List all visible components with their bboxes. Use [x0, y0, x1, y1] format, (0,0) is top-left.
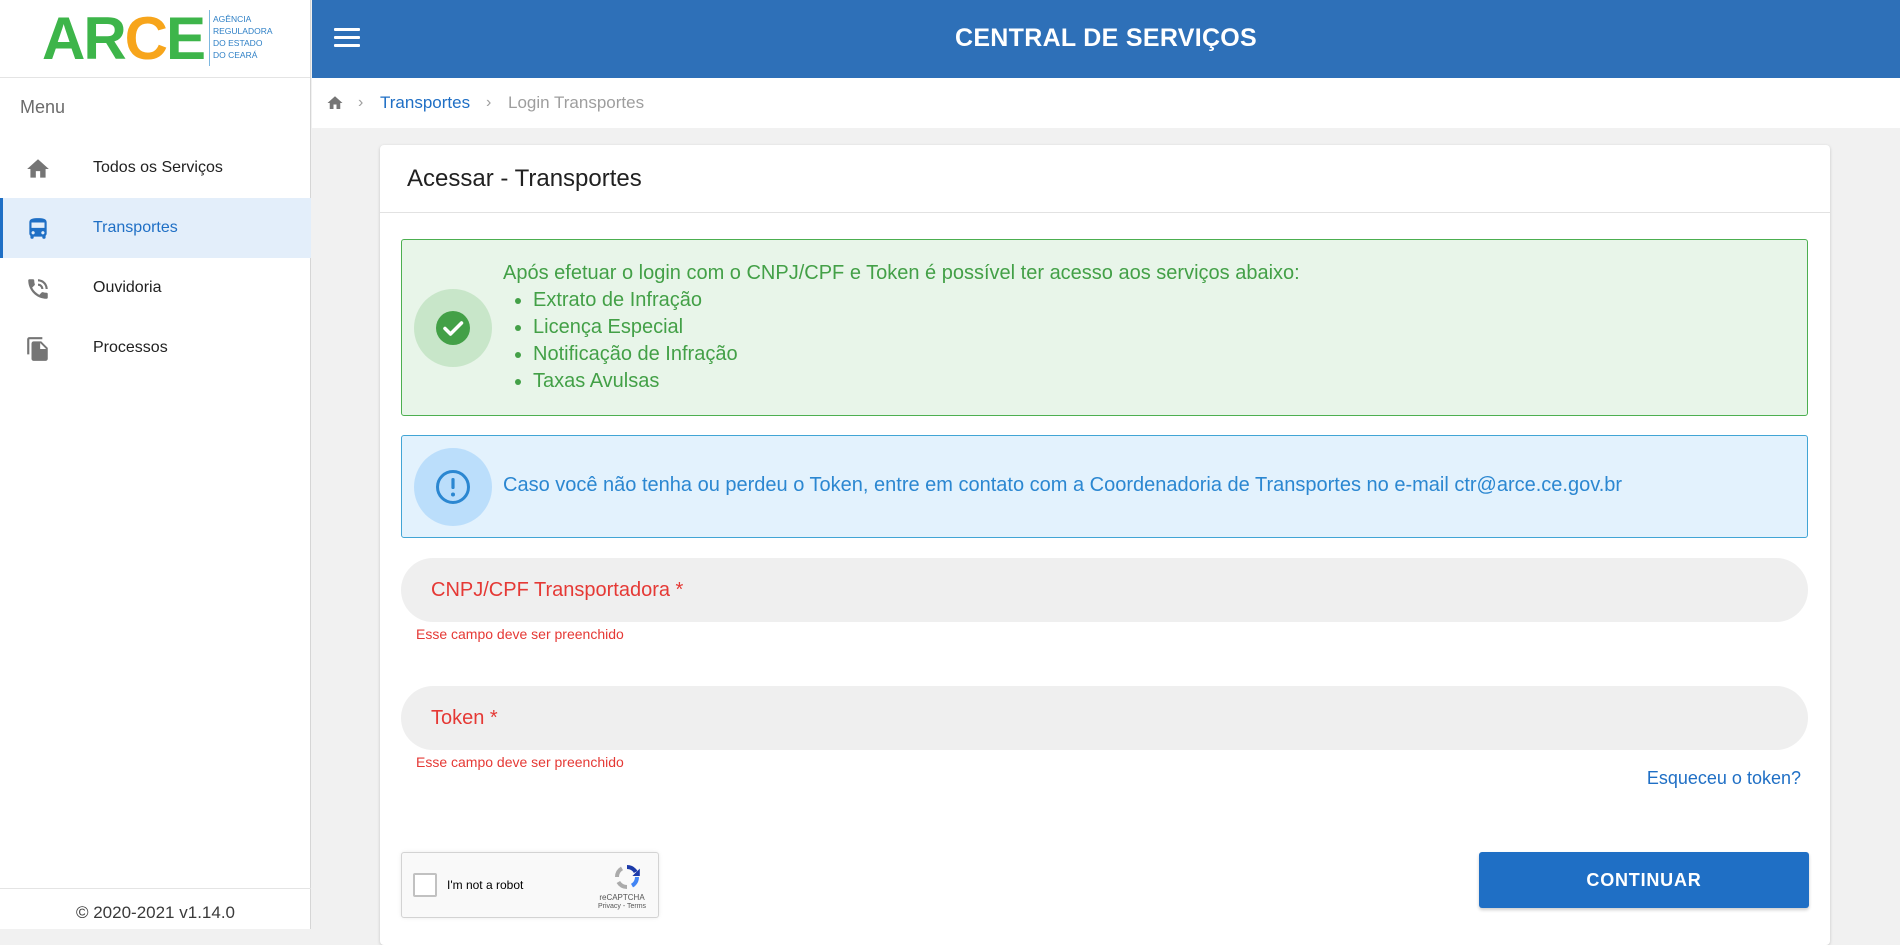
- sidebar-item-label: Transportes: [93, 219, 178, 236]
- home-icon: [27, 159, 49, 178]
- recaptcha-terms-link[interactable]: Privacy - Terms: [592, 903, 652, 910]
- header-bar: CENTRAL DE SERVIÇOS: [312, 0, 1900, 78]
- continue-button[interactable]: CONTINUAR: [1479, 852, 1809, 908]
- recaptcha-widget: I'm not a robot reCAPTCHA Privacy - Term…: [401, 852, 659, 918]
- phone-icon: [28, 279, 48, 299]
- card-divider: [380, 212, 1830, 213]
- sidebar-item-label: Ouvidoria: [93, 279, 162, 296]
- service-list: Extrato de Infração Licença Especial Not…: [503, 287, 1300, 395]
- forgot-token-link[interactable]: Esqueceu o token?: [1647, 768, 1801, 789]
- exclamation-circle-icon: [436, 470, 470, 504]
- menu-label: Menu: [20, 97, 66, 117]
- breadcrumb-link-transportes[interactable]: Transportes: [380, 93, 470, 113]
- breadcrumb-separator: ›: [358, 94, 364, 111]
- cnpj-cpf-error: Esse campo deve ser preenchido: [416, 626, 624, 642]
- sidebar-item-label: Processos: [93, 339, 168, 356]
- recaptcha-brand: reCAPTCHA: [599, 893, 645, 902]
- info-alert: Caso você não tenha ou perdeu o Token, e…: [401, 435, 1808, 538]
- list-item: Licença Especial: [533, 314, 1300, 341]
- sidebar: ARCE AGÊNCIA REGULADORA DO ESTADO DO CEA…: [0, 0, 311, 929]
- recaptcha-label: I'm not a robot: [447, 878, 524, 892]
- sidebar-item-ouvidoria[interactable]: Ouvidoria: [0, 258, 311, 318]
- token-field[interactable]: Token *: [401, 686, 1808, 750]
- success-alert-content: Após efetuar o login com o CNPJ/CPF e To…: [503, 260, 1300, 395]
- logo-subtitle: AGÊNCIA REGULADORA DO ESTADO DO CEARÁ: [213, 14, 273, 60]
- home-icon[interactable]: [326, 94, 344, 112]
- sidebar-item-label: Todos os Serviços: [93, 159, 223, 176]
- recaptcha-icon: [615, 865, 640, 889]
- card-title: Acessar - Transportes: [407, 165, 642, 192]
- breadcrumb: › Transportes › Login Transportes: [312, 78, 1900, 128]
- breadcrumb-current: Login Transportes: [508, 93, 645, 112]
- recaptcha-checkbox[interactable]: [413, 873, 437, 897]
- check-circle-icon: [436, 311, 470, 345]
- sidebar-item-todos-os-servicos[interactable]: Todos os Serviços: [0, 138, 311, 198]
- token-input[interactable]: [431, 700, 1778, 738]
- list-item: Notificação de Infração: [533, 341, 1300, 368]
- logo-divider: [209, 10, 210, 66]
- info-alert-text: Caso você não tenha ou perdeu o Token, e…: [503, 474, 1623, 496]
- list-item: Extrato de Infração: [533, 287, 1300, 314]
- files-icon: [27, 337, 48, 361]
- sidebar-nav: Todos os Serviços Transportes Ouvidoria …: [0, 138, 311, 378]
- cnpj-cpf-field[interactable]: CNPJ/CPF Transportadora *: [401, 558, 1808, 622]
- logo[interactable]: ARCE AGÊNCIA REGULADORA DO ESTADO DO CEA…: [0, 0, 310, 78]
- sidebar-item-processos[interactable]: Processos: [0, 318, 311, 378]
- success-alert-text: Após efetuar o login com o CNPJ/CPF e To…: [503, 262, 1300, 284]
- cnpj-cpf-input[interactable]: [431, 572, 1778, 610]
- version-footer: © 2020-2021 v1.14.0: [0, 888, 311, 929]
- bus-icon: [29, 218, 47, 239]
- alert-icon-badge: [414, 448, 492, 526]
- success-alert: Após efetuar o login com o CNPJ/CPF e To…: [401, 239, 1808, 416]
- list-item: Taxas Avulsas: [533, 368, 1300, 395]
- token-error: Esse campo deve ser preenchido: [416, 754, 624, 770]
- logo-wordmark: ARCE: [42, 5, 206, 72]
- page-title: CENTRAL DE SERVIÇOS: [954, 24, 1258, 52]
- breadcrumb-separator: ›: [486, 94, 492, 111]
- alert-icon-badge: [414, 289, 492, 367]
- sidebar-item-transportes[interactable]: Transportes: [0, 198, 311, 258]
- login-card: Acessar - Transportes Após efetuar o log…: [380, 145, 1830, 945]
